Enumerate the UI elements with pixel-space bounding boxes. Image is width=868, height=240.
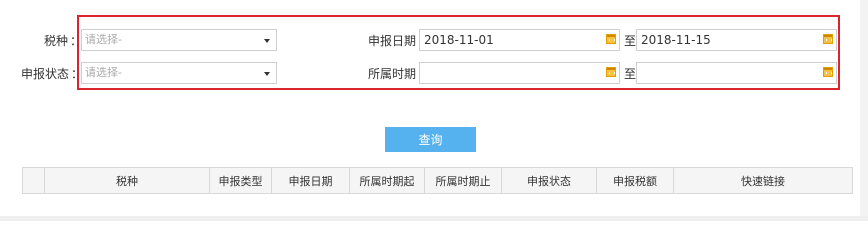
calendar-icon[interactable]: [606, 34, 616, 44]
report-status-placeholder: 请选择-: [85, 66, 122, 79]
table-header-tax-amount: 申报税额: [597, 168, 674, 193]
chevron-down-icon: [264, 72, 270, 76]
tax-type-placeholder: 请选择-: [85, 33, 122, 46]
date-range-separator: 至: [624, 34, 637, 48]
period-range-separator: 至: [624, 67, 637, 81]
report-status-select[interactable]: 请选择-: [81, 62, 277, 84]
calendar-icon[interactable]: [823, 67, 833, 77]
table-header-select[interactable]: [23, 168, 45, 193]
table-header-report-status: 申报状态: [502, 168, 597, 193]
chevron-down-icon: [264, 39, 270, 43]
report-status-label: 申报状态：: [21, 67, 84, 81]
table-header-period-start: 所属时期起: [350, 168, 425, 193]
period-from-field[interactable]: [419, 62, 620, 84]
scrollbar-track: [860, 0, 868, 221]
report-date-to-value: 2018-11-15: [641, 33, 711, 47]
tax-type-select[interactable]: 请选择-: [81, 29, 277, 51]
report-date-from-value: 2018-11-01: [424, 33, 494, 47]
table-header-period-end: 所属时期止: [425, 168, 502, 193]
period-to-field[interactable]: [636, 62, 837, 84]
table-header-quick-link: 快速链接: [741, 174, 785, 188]
calendar-icon[interactable]: [606, 67, 616, 77]
results-table-header: 税种 申报类型 申报日期 所属时期起 所属时期止 申报状态 申报税额 快速链接: [22, 167, 853, 194]
report-date-from-field[interactable]: 2018-11-01: [419, 29, 620, 51]
table-header-tax-type: 税种: [45, 168, 210, 193]
bottom-border: [0, 216, 868, 221]
tax-type-label: 税种：: [44, 34, 83, 48]
calendar-icon[interactable]: [823, 34, 833, 44]
table-header-report-type: 申报类型: [210, 168, 272, 193]
query-button[interactable]: 查询: [385, 127, 476, 152]
table-header-report-date: 申报日期: [272, 168, 350, 193]
report-date-to-field[interactable]: 2018-11-15: [636, 29, 837, 51]
